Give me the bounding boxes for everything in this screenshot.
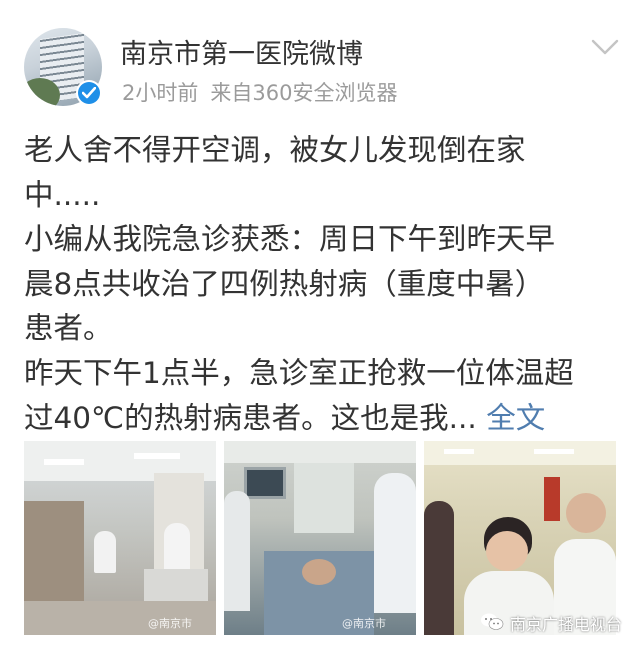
post-text-line: 患者。 [24, 311, 113, 346]
photo-watermark: @南京市 [148, 617, 192, 630]
post-source[interactable]: 来自360安全浏览器 [210, 81, 397, 105]
wechat-icon [481, 613, 504, 630]
post-text: 老人舍不得开空调，被女儿发现倒在家 中..... 小编从我院急诊获悉：周日下午到… [24, 128, 624, 440]
author-name[interactable]: 南京市第一医院微博 [120, 32, 363, 71]
post-text-line: 晨8点共收治了四例热射病（重度中暑） [24, 266, 545, 301]
post-text-line: 中..... [24, 177, 101, 212]
post-header: 南京市第一医院微博 2小时前 来自360安全浏览器 [0, 0, 639, 118]
photo-doctors[interactable] [424, 441, 616, 635]
chevron-down-icon[interactable] [591, 38, 619, 56]
photo-icu[interactable]: @南京市 [224, 441, 416, 635]
post-text-line: 昨天下午1点半，急诊室正抢救一位体温超 [24, 355, 574, 390]
post-text-line: 过40℃的热射病患者。这也是我... [24, 400, 477, 435]
full-text-link[interactable]: 全文 [486, 401, 545, 435]
photo-watermark-brand: 南京广播电视台 [510, 615, 623, 634]
photo-watermark: @南京市 [342, 617, 386, 630]
post-meta: 2小时前 来自360安全浏览器 [122, 77, 409, 107]
post-text-line: 小编从我院急诊获悉：周日下午到昨天早 [24, 222, 556, 257]
verified-badge-icon [76, 80, 102, 106]
photo-ward[interactable]: @南京市 [24, 441, 216, 635]
post-text-line: 老人舍不得开空调，被女儿发现倒在家 [24, 133, 526, 167]
post-text-last-line: 过40℃的热射病患者。这也是我... 全文 [24, 396, 624, 441]
post-time: 2小时前 [122, 81, 199, 105]
